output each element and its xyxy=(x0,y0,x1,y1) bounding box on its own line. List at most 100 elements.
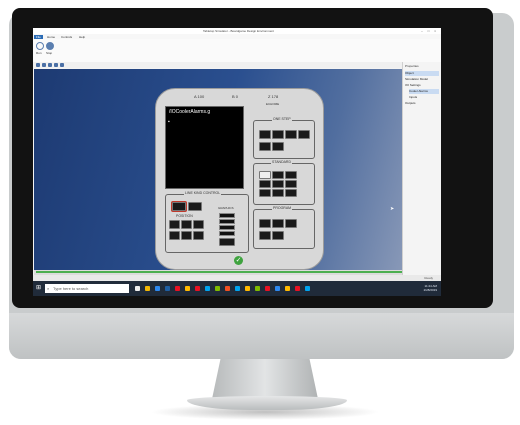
taskbar: ⊞ ⌕ Type here to search 11:24 AM 2/28/20… xyxy=(33,281,441,296)
standard-key[interactable] xyxy=(259,180,271,188)
inspector-title: Properties xyxy=(405,64,419,68)
taskbar-app-icon[interactable] xyxy=(165,286,170,291)
program-key[interactable] xyxy=(272,219,284,228)
search-tool-icon[interactable] xyxy=(60,63,64,67)
line-kind-key[interactable] xyxy=(188,202,202,211)
device-side-label: ECHOME xyxy=(266,102,280,106)
position-key[interactable] xyxy=(169,231,180,240)
line-kind-key[interactable] xyxy=(172,202,186,211)
program-label: PROGRAM xyxy=(272,206,293,210)
line-kind-label: LINE KIND CONTROL xyxy=(184,191,222,195)
stop-icon[interactable] xyxy=(46,42,54,50)
window-controls[interactable]: – □ × xyxy=(421,29,438,33)
position-key[interactable] xyxy=(181,220,192,229)
display-cursor: ▪ xyxy=(168,119,170,125)
taskbar-app-icon[interactable] xyxy=(145,286,150,291)
taskbar-app-icon[interactable] xyxy=(235,286,240,291)
inspector-row[interactable]: Cooler Alarms xyxy=(409,89,439,94)
position-key[interactable] xyxy=(193,231,204,240)
taskbar-app-icon[interactable] xyxy=(245,286,250,291)
taskbar-app-icon[interactable] xyxy=(135,286,140,291)
program-key[interactable] xyxy=(259,219,271,228)
program-key[interactable] xyxy=(285,219,297,228)
search-icon: ⌕ xyxy=(47,286,50,291)
one-step-key[interactable] xyxy=(259,130,271,139)
inspector-row[interactable]: Inputs xyxy=(409,95,439,100)
run-label: Run xyxy=(36,51,42,55)
graphics-meter xyxy=(219,219,235,224)
one-step-key[interactable] xyxy=(259,142,271,151)
horizontal-scroll-thumb[interactable] xyxy=(36,271,433,273)
mouse-pointer-icon: ➤ xyxy=(390,206,395,212)
taskbar-search-placeholder: Type here to search xyxy=(53,286,89,291)
inspector-row[interactable]: Simulation Model xyxy=(405,77,439,82)
device-readout-b: B 0 xyxy=(232,94,239,99)
one-step-key[interactable] xyxy=(298,130,310,139)
select-tool-icon[interactable] xyxy=(36,63,40,67)
taskbar-app-icon[interactable] xyxy=(275,286,280,291)
one-step-section xyxy=(253,120,315,159)
check-circle-icon: ✓ xyxy=(234,256,243,265)
monitor-chin xyxy=(9,313,514,359)
tray-date: 2/28/2019 xyxy=(423,288,437,292)
standard-key[interactable] xyxy=(259,171,271,179)
one-step-key[interactable] xyxy=(272,142,284,151)
taskbar-search[interactable]: ⌕ Type here to search xyxy=(45,284,129,293)
inspector-panel: Properties Object Simulation Model I/O S… xyxy=(402,62,441,275)
graphics-key[interactable] xyxy=(219,238,235,246)
taskbar-app-icon[interactable] xyxy=(205,286,210,291)
program-section xyxy=(253,209,315,249)
monitor-stand-neck xyxy=(212,359,318,399)
device-readout-z: Z 178 xyxy=(268,94,279,99)
one-step-key[interactable] xyxy=(272,130,284,139)
standard-key[interactable] xyxy=(259,189,271,197)
standard-key[interactable] xyxy=(272,180,284,188)
windows-start-icon[interactable]: ⊞ xyxy=(36,285,42,291)
program-key[interactable] xyxy=(259,231,271,240)
taskbar-app-icon[interactable] xyxy=(255,286,260,291)
taskbar-app-icon[interactable] xyxy=(185,286,190,291)
run-icon[interactable] xyxy=(36,42,44,50)
inspector-row[interactable]: Outputs xyxy=(405,101,439,106)
taskbar-app-icon[interactable] xyxy=(175,286,180,291)
standard-label: STANDARD xyxy=(271,160,292,164)
standard-key[interactable] xyxy=(272,171,284,179)
pointer-tool-icon[interactable] xyxy=(42,63,46,67)
one-step-label: ONE STEP xyxy=(272,117,292,121)
standard-key[interactable] xyxy=(272,189,284,197)
screen: Tabletop Simulator - Boardgame Design En… xyxy=(33,28,441,296)
taskbar-app-icon[interactable] xyxy=(155,286,160,291)
standard-key[interactable] xyxy=(285,171,297,179)
one-step-key[interactable] xyxy=(285,130,297,139)
taskbar-app-icon[interactable] xyxy=(195,286,200,291)
taskbar-app-icon[interactable] xyxy=(265,286,270,291)
standard-key[interactable] xyxy=(285,180,297,188)
position-label: POSITION xyxy=(175,214,194,218)
graphics-label: GRAPHICS xyxy=(217,206,235,210)
graphics-meter xyxy=(219,213,235,218)
zoom-tool-icon[interactable] xyxy=(54,63,58,67)
controller-device[interactable]: A 100 B 0 Z 178 ECHOME /IOCoolerAlarms.g… xyxy=(155,88,324,270)
move-tool-icon[interactable] xyxy=(48,63,52,67)
system-tray[interactable]: 11:24 AM 2/28/2019 xyxy=(424,284,437,292)
graphics-meter xyxy=(219,225,235,230)
toolstrip xyxy=(33,62,441,68)
standard-key[interactable] xyxy=(285,189,297,197)
taskbar-app-icon[interactable] xyxy=(215,286,220,291)
inspector-row[interactable]: I/O Settings xyxy=(405,83,439,88)
device-readout-a: A 100 xyxy=(194,94,205,99)
position-key[interactable] xyxy=(181,231,192,240)
graphics-meter xyxy=(219,231,235,236)
inspector-row[interactable]: Object xyxy=(405,71,439,76)
ribbon: Run Stop xyxy=(33,39,441,63)
display-title: /IOCoolerAlarms.g xyxy=(169,109,211,115)
stop-label: Stop xyxy=(46,51,53,55)
position-key[interactable] xyxy=(169,220,180,229)
taskbar-app-icon[interactable] xyxy=(305,286,310,291)
taskbar-app-icon[interactable] xyxy=(295,286,300,291)
position-key[interactable] xyxy=(193,220,204,229)
device-display: /IOCoolerAlarms.g ▪ xyxy=(165,106,244,189)
program-key[interactable] xyxy=(272,231,284,240)
taskbar-app-icon[interactable] xyxy=(225,286,230,291)
taskbar-app-icon[interactable] xyxy=(285,286,290,291)
